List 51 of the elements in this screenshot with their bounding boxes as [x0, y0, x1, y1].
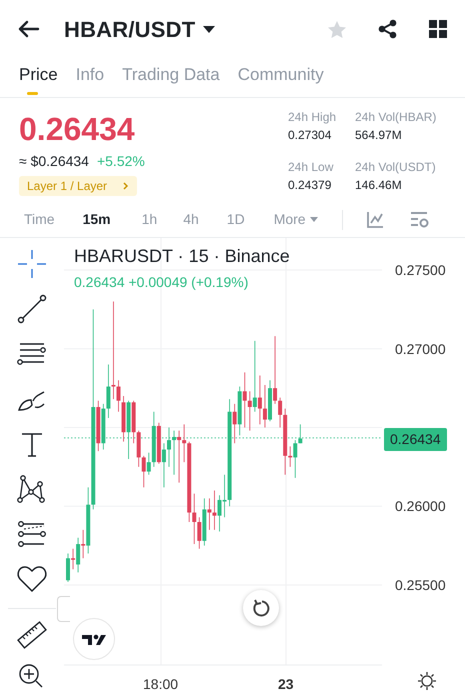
stat-label: 24h Low: [288, 159, 334, 176]
chart-title: HBARUSDT · 15 · Binance: [74, 247, 290, 266]
interval-tab[interactable]: More: [274, 209, 318, 230]
star-icon[interactable]: [327, 20, 347, 38]
tab[interactable]: Trading Data: [122, 56, 220, 97]
stat-label: 24h Vol(USDT): [355, 159, 437, 176]
interval-tab[interactable]: 15m: [82, 209, 111, 230]
price-change: +5.52%: [96, 152, 145, 172]
caret-icon: [203, 26, 216, 32]
crosshair-icon[interactable]: [16, 248, 48, 280]
stat-label: 24h Vol(HBAR): [355, 109, 438, 126]
reset-icon: [252, 599, 270, 617]
interval-tab[interactable]: 4h: [183, 209, 199, 230]
price-axis-label: 0.25500: [395, 576, 446, 595]
time-axis-label: 18:00: [143, 675, 178, 694]
chart-type-icon[interactable]: [366, 212, 383, 228]
interval-tab[interactable]: Time: [24, 209, 55, 230]
fiat-price: ≈ $0.26434: [19, 152, 89, 172]
stat-value: 0.27304: [288, 127, 332, 144]
last-price-tag: 0.26434: [384, 428, 447, 451]
tab[interactable]: Info: [76, 56, 104, 97]
share-icon[interactable]: [378, 19, 397, 39]
pattern-icon[interactable]: [16, 473, 48, 505]
tab[interactable]: Price: [19, 56, 58, 97]
trend-line-icon[interactable]: [16, 293, 48, 325]
indicator-settings-icon[interactable]: [410, 211, 429, 228]
caret-icon: [310, 217, 318, 222]
chart-ohlc: 0.26434 +0.00049 (+0.19%): [74, 273, 248, 292]
logo-icon: [73, 618, 115, 660]
grid-icon[interactable]: [429, 20, 447, 38]
price-axis-label: 0.26000: [395, 497, 446, 516]
stat-value: 564.97M: [355, 127, 403, 144]
tab[interactable]: Community: [238, 56, 324, 97]
ruler-icon[interactable]: [16, 619, 48, 651]
price-axis-label: 0.27000: [395, 340, 446, 359]
price-axis-label: 0.27500: [395, 261, 446, 280]
interval-tab[interactable]: 1h: [142, 209, 158, 230]
stat-label: 24h High: [288, 109, 338, 126]
stat-value: 0.24379: [288, 177, 332, 194]
chevron-icon: [123, 182, 130, 190]
stat-value: 146.46M: [355, 177, 403, 194]
last-price: 0.26434: [19, 112, 135, 148]
pair-selector[interactable]: HBAR/USDT: [64, 12, 216, 46]
back-arrow-icon[interactable]: [18, 19, 40, 39]
interval-tab[interactable]: 1D: [226, 209, 245, 230]
fibonacci-icon[interactable]: [16, 518, 48, 550]
time-axis-label: 23: [278, 675, 294, 694]
category-tag[interactable]: Layer 1 / Layer: [19, 176, 138, 196]
reset-button[interactable]: [243, 590, 279, 626]
collapse-handle[interactable]: [57, 596, 70, 622]
sun-icon[interactable]: [417, 671, 437, 691]
